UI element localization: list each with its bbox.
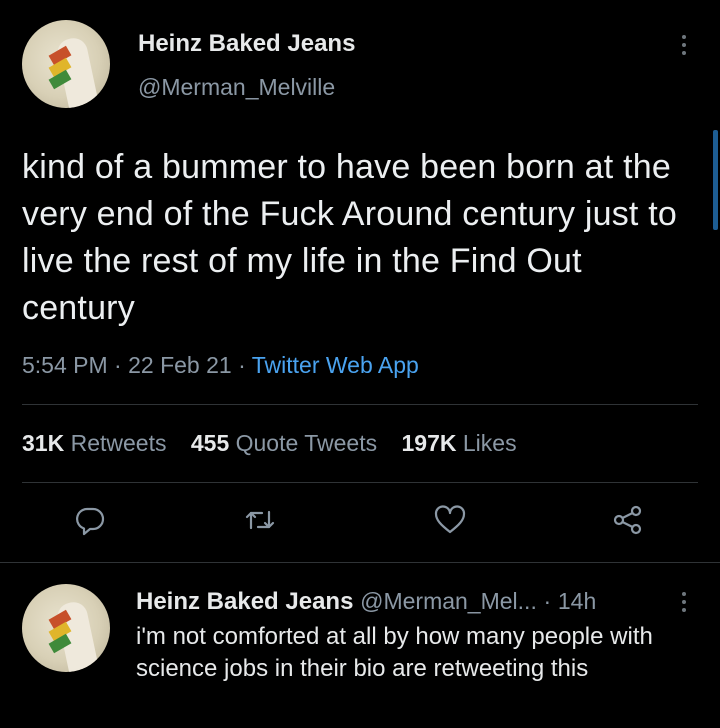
reply-age[interactable]: 14h: [558, 588, 596, 614]
quote-tweets-stat[interactable]: 455 Quote Tweets: [191, 430, 377, 456]
divider: [22, 482, 698, 483]
reply-author-avatar[interactable]: [22, 584, 110, 672]
tweet-date[interactable]: 22 Feb 21: [128, 352, 232, 378]
reply-header: Heinz Baked Jeans @Merman_Mel... · 14h: [136, 588, 596, 616]
share-icon: [613, 505, 642, 535]
retweet-button[interactable]: [240, 500, 280, 540]
retweet-icon: [245, 510, 275, 530]
reply-separator: ·: [543, 588, 552, 614]
reply-icon: [76, 507, 105, 536]
reply-button[interactable]: [70, 500, 110, 540]
reply-text: i'm not comforted at all by how many peo…: [136, 623, 653, 682]
tweet-source[interactable]: Twitter Web App: [252, 352, 419, 378]
scrollbar[interactable]: [713, 130, 718, 230]
tweet-text: kind of a bummer to have been born at th…: [22, 148, 677, 327]
tweet-time[interactable]: 5:54 PM: [22, 352, 108, 378]
divider: [22, 404, 698, 405]
divider: [0, 562, 720, 563]
meta-separator: ·: [238, 352, 246, 378]
tweet-stats: 31K Retweets 455 Quote Tweets 197K Likes: [22, 430, 535, 457]
more-options-icon[interactable]: [679, 35, 689, 55]
like-button[interactable]: [430, 500, 470, 540]
reply-author-name[interactable]: Heinz Baked Jeans: [136, 588, 353, 615]
reply-more-options-icon[interactable]: [679, 592, 689, 612]
likes-stat[interactable]: 197K Likes: [402, 430, 517, 456]
reply-author-handle[interactable]: @Merman_Mel...: [360, 588, 537, 614]
author-name[interactable]: Heinz Baked Jeans: [138, 30, 355, 58]
author-avatar[interactable]: [22, 20, 110, 108]
meta-separator: ·: [114, 352, 122, 378]
tweet-meta: 5:54 PM · 22 Feb 21 · Twitter Web App: [22, 352, 419, 379]
author-handle[interactable]: @Merman_Melville: [138, 74, 335, 101]
like-icon: [434, 505, 466, 534]
retweets-stat[interactable]: 31K Retweets: [22, 430, 166, 456]
share-button[interactable]: [607, 500, 647, 540]
